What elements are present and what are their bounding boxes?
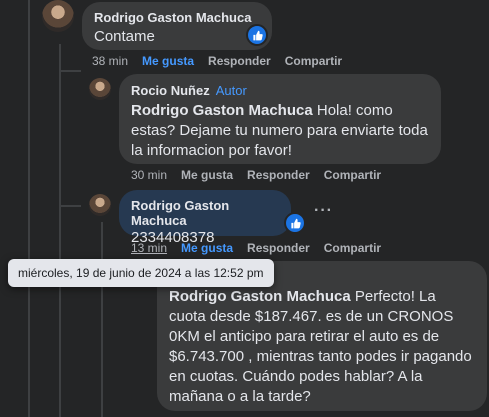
comment-timestamp[interactable]: 38 min xyxy=(92,54,128,68)
share-button[interactable]: Compartir xyxy=(324,241,381,255)
timestamp-tooltip: miércoles, 19 de junio de 2024 a las 12:… xyxy=(8,259,274,287)
comment-bubble: Rocio Nuñez Autor Rodrigo Gaston Machuca … xyxy=(119,74,441,164)
comment-bubble: Rodrigo Gaston Machuca Contame xyxy=(82,2,272,50)
avatar[interactable] xyxy=(89,194,111,216)
like-button[interactable]: Me gusta xyxy=(181,168,233,182)
like-reaction-icon[interactable] xyxy=(246,24,268,46)
share-button[interactable]: Compartir xyxy=(285,54,342,68)
thumbs-up-icon xyxy=(252,30,263,40)
comment-actions: 13 min Me gusta Responder Compartir xyxy=(131,241,395,255)
comment-timestamp[interactable]: 30 min xyxy=(131,168,167,182)
like-button[interactable]: Me gusta xyxy=(181,241,233,255)
comment-text: Contame xyxy=(94,28,155,45)
thumbs-up-icon xyxy=(290,218,301,228)
thread-line-branch xyxy=(59,205,81,207)
avatar[interactable] xyxy=(89,78,111,100)
thread-line-left xyxy=(28,0,30,417)
reply-button[interactable]: Responder xyxy=(208,54,271,68)
comment-text: Rodrigo Gaston Machuca Hola! como estas?… xyxy=(131,101,429,161)
comment-author[interactable]: Rodrigo Gaston Machuca xyxy=(131,198,279,228)
reply-button[interactable]: Responder xyxy=(247,168,310,182)
like-button[interactable]: Me gusta xyxy=(142,54,194,68)
like-reaction-icon[interactable] xyxy=(284,212,306,234)
mention-link[interactable]: Rodrigo Gaston Machuca xyxy=(169,288,351,305)
comment-timestamp[interactable]: 13 min xyxy=(131,241,167,255)
author-badge: Autor xyxy=(215,83,247,98)
comment-header: Rocio Nuñez Autor xyxy=(131,82,429,100)
comment-bubble-highlighted: Rodrigo Gaston Machuca 2334408378 xyxy=(119,190,291,246)
comment-author[interactable]: Rodrigo Gaston Machuca xyxy=(94,10,260,25)
comment-actions: 30 min Me gusta Responder Compartir xyxy=(131,168,395,182)
thread-line-sub xyxy=(101,222,103,417)
thread-line-branch xyxy=(59,70,81,72)
comment-actions: 38 min Me gusta Responder Compartir xyxy=(92,54,356,68)
avatar[interactable] xyxy=(42,0,74,32)
mention-link[interactable]: Rodrigo Gaston Machuca xyxy=(131,102,313,119)
more-options-icon[interactable]: ··· xyxy=(314,202,333,220)
comment-body: Perfecto! La cuota desde $187.467. es de… xyxy=(169,288,472,405)
reply-button[interactable]: Responder xyxy=(247,241,310,255)
thread-line-main xyxy=(59,44,61,417)
comment-text: Rodrigo Gaston Machuca Perfecto! La cuot… xyxy=(169,287,475,407)
comment-author[interactable]: Rocio Nuñez xyxy=(131,83,210,98)
share-button[interactable]: Compartir xyxy=(324,168,381,182)
